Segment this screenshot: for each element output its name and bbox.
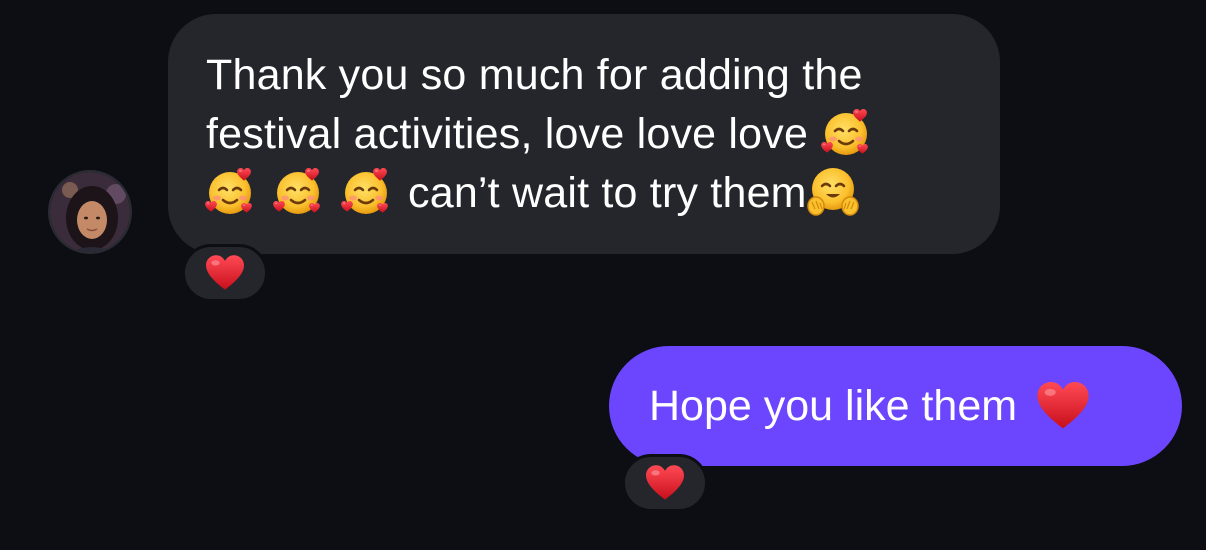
- message-line: festival activities, love love love: [206, 105, 964, 164]
- smiling-face-with-hearts-icon: [340, 165, 392, 217]
- smiling-face-with-hearts-icon: [272, 165, 324, 217]
- smiling-face-with-hearts-icon: [204, 165, 256, 217]
- message-line: can’t wait to try them: [206, 164, 964, 223]
- message-line-text: festival activities, love love love: [206, 110, 809, 158]
- incoming-message-bubble[interactable]: Thank you so much for adding the festiva…: [168, 14, 1000, 254]
- message-line: Thank you so much for adding the: [206, 51, 863, 99]
- contact-avatar[interactable]: [48, 170, 132, 254]
- avatar-photo: [50, 172, 130, 252]
- heart-icon: [206, 255, 244, 290]
- message-text: Hope you like them: [649, 381, 1018, 430]
- smiling-face-with-hearts-icon: [820, 106, 872, 158]
- hugging-face-icon: [807, 165, 859, 217]
- heart-icon: [646, 465, 684, 500]
- red-heart-icon: [1037, 382, 1089, 429]
- message-line-text: can’t wait to try them: [408, 169, 807, 217]
- message-reaction[interactable]: [622, 454, 708, 512]
- outgoing-message-bubble[interactable]: Hope you like them: [609, 346, 1182, 466]
- message-reaction[interactable]: [182, 244, 268, 302]
- chat-thread: Thank you so much for adding the festiva…: [0, 0, 1206, 550]
